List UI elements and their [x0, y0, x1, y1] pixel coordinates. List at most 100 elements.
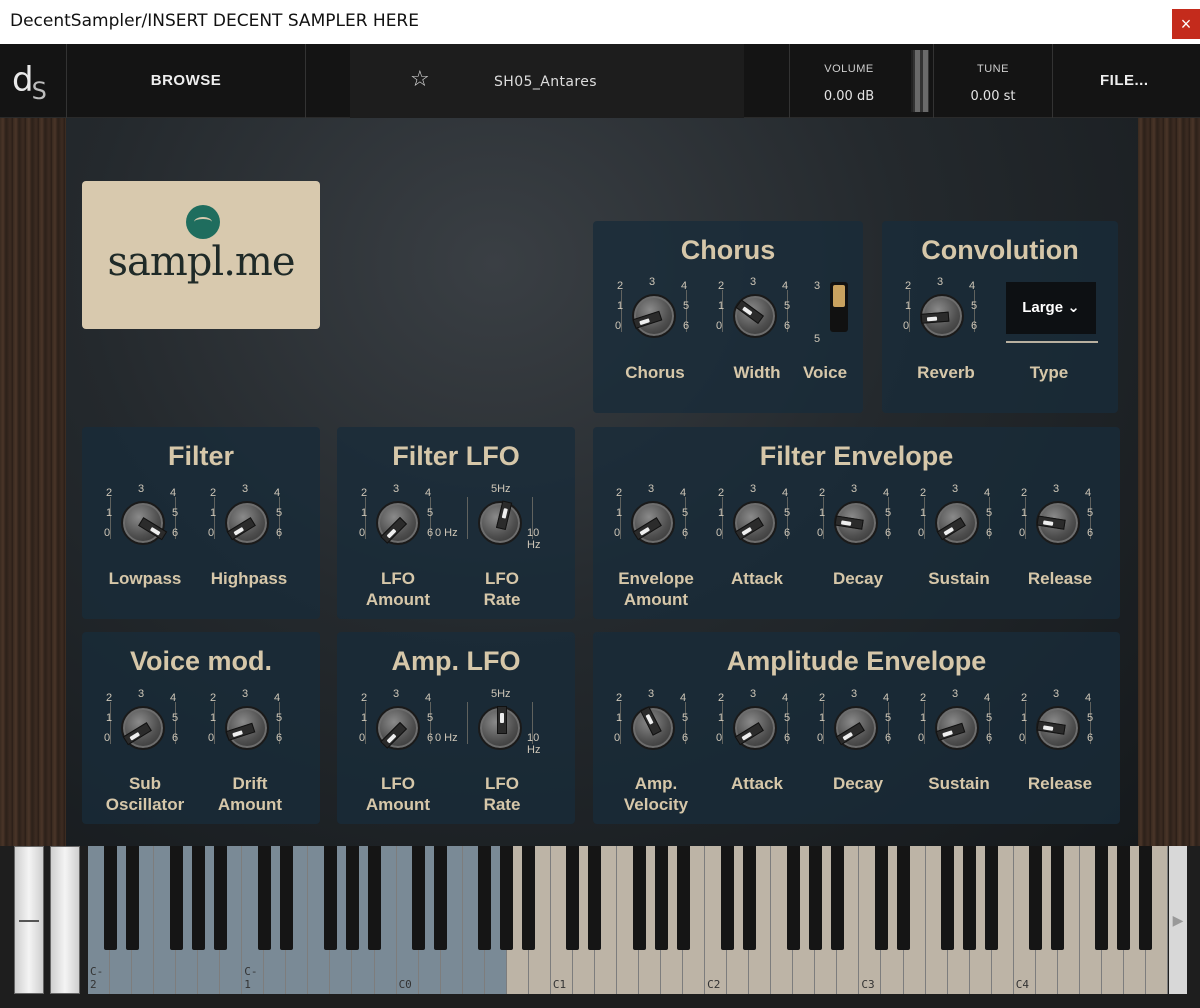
- black-key[interactable]: [103, 846, 117, 950]
- amplitude-envelope-knob[interactable]: 0 1 2 3 4 5 6: [614, 688, 694, 762]
- drift-amount-knob[interactable]: 0 1 2 3 4 5 6: [208, 688, 288, 762]
- black-key[interactable]: [566, 846, 580, 950]
- knob-scale-number: 3: [393, 483, 400, 495]
- black-key[interactable]: [632, 846, 646, 950]
- amp-lfo-rate-knob[interactable]: 5Hz 0 Hz 10 Hz: [435, 688, 541, 762]
- knob-disc[interactable]: [478, 500, 522, 545]
- black-key[interactable]: [412, 846, 426, 950]
- knob-disc[interactable]: [834, 501, 878, 545]
- black-key[interactable]: [434, 846, 448, 950]
- amp-lfo-title: Amp. LFO: [391, 646, 521, 676]
- chorus-knob[interactable]: 0 1 2 3 4 5 6: [615, 276, 695, 350]
- reverb-type-dropdown[interactable]: Large ⌄: [1006, 282, 1096, 334]
- black-key[interactable]: [125, 846, 139, 950]
- sub-oscillator-knob[interactable]: 0 1 2 3 4 5 6: [104, 688, 184, 762]
- keyboard-scroll-right-arrow-icon[interactable]: ▶: [1169, 846, 1187, 994]
- knob-scale-number: 5: [784, 507, 791, 519]
- tune-value[interactable]: 0.00 st: [934, 89, 1052, 104]
- filter-envelope-knob[interactable]: 0 1 2 3 4 5 6: [716, 483, 796, 557]
- black-key[interactable]: [654, 846, 668, 950]
- black-key[interactable]: [169, 846, 183, 950]
- voice-switch-handle[interactable]: [833, 285, 845, 307]
- black-key[interactable]: [1029, 846, 1043, 950]
- knob-disc[interactable]: [1036, 706, 1080, 750]
- amplitude-envelope-knob[interactable]: 0 1 2 3 4 5 6: [1019, 688, 1099, 762]
- voice-switch[interactable]: [830, 282, 848, 332]
- filter-envelope-knob[interactable]: 0 1 2 3 4 5 6: [918, 483, 998, 557]
- black-key[interactable]: [874, 846, 888, 950]
- filter-lfo-amount-knob[interactable]: 0 1 2 3 4 5 6: [359, 483, 439, 557]
- black-key[interactable]: [985, 846, 999, 950]
- black-key[interactable]: [742, 846, 756, 950]
- black-key[interactable]: [786, 846, 800, 950]
- knob-disc[interactable]: [478, 706, 522, 750]
- pitch-wheel[interactable]: [14, 846, 44, 994]
- knob-disc[interactable]: [935, 501, 979, 545]
- black-key[interactable]: [257, 846, 271, 950]
- knob-disc[interactable]: [631, 706, 675, 750]
- highpass-knob[interactable]: 0 1 2 3 4 5 6: [208, 483, 288, 557]
- knob-scale-number: 1: [718, 300, 725, 312]
- black-key[interactable]: [963, 846, 977, 950]
- knob-disc[interactable]: [733, 706, 777, 750]
- black-key[interactable]: [720, 846, 734, 950]
- knob-disc[interactable]: [121, 706, 165, 750]
- black-key[interactable]: [191, 846, 205, 950]
- black-key[interactable]: [808, 846, 822, 950]
- black-key[interactable]: [676, 846, 690, 950]
- black-key[interactable]: [1117, 846, 1131, 950]
- volume-value[interactable]: 0.00 dB: [790, 89, 908, 104]
- black-key[interactable]: [830, 846, 844, 950]
- knob-disc[interactable]: [1036, 501, 1080, 545]
- black-key[interactable]: [522, 846, 536, 950]
- browse-button[interactable]: BROWSE: [66, 72, 306, 89]
- black-key[interactable]: [213, 846, 227, 950]
- filter-envelope-knob[interactable]: 0 1 2 3 4 5 6: [817, 483, 897, 557]
- amplitude-envelope-knob[interactable]: 0 1 2 3 4 5 6: [817, 688, 897, 762]
- piano-keyboard[interactable]: C-2 C-1 C0 C1 C2 C3 C4: [88, 846, 1168, 994]
- knob-disc[interactable]: [376, 501, 420, 545]
- knob-disc[interactable]: [225, 501, 269, 545]
- filter-envelope-knob[interactable]: 0 1 2 3 4 5 6: [1019, 483, 1099, 557]
- amp-lfo-amount-label: LFO Amount: [365, 774, 431, 814]
- knob-disc[interactable]: [225, 706, 269, 750]
- amplitude-envelope-knob[interactable]: 0 1 2 3 4 5 6: [918, 688, 998, 762]
- knob-disc[interactable]: [935, 706, 979, 750]
- knob-disc[interactable]: [376, 706, 420, 750]
- knob-disc[interactable]: [121, 501, 168, 545]
- black-key[interactable]: [323, 846, 337, 950]
- width-knob[interactable]: 0 1 2 3 4 5 6: [716, 276, 796, 350]
- lowpass-knob[interactable]: 0 1 2 3 4 5 6: [104, 483, 184, 557]
- knob-disc[interactable]: [733, 501, 777, 545]
- knob-scale-number: 1: [210, 712, 217, 724]
- knob-scale-number: 5: [427, 507, 434, 519]
- favorite-star-icon[interactable]: ☆: [410, 66, 430, 92]
- filter-envelope-knob[interactable]: 0 1 2 3 4 5 6: [614, 483, 694, 557]
- preset-selector[interactable]: ☆ SH05_Antares: [350, 44, 744, 118]
- black-key[interactable]: [279, 846, 293, 950]
- black-key[interactable]: [1095, 846, 1109, 950]
- knob-disc[interactable]: [733, 294, 777, 338]
- black-key[interactable]: [368, 846, 382, 950]
- knob-disc[interactable]: [920, 294, 964, 338]
- amplitude-envelope-knob[interactable]: 0 1 2 3 4 5 6: [716, 688, 796, 762]
- filter-lfo-rate-knob[interactable]: 5Hz 0 Hz 10 Hz: [435, 483, 541, 557]
- file-menu-button[interactable]: FILE...: [1100, 72, 1149, 89]
- reverb-knob[interactable]: 0 1 2 3 4 5 6: [903, 276, 983, 350]
- knob-disc[interactable]: [834, 706, 878, 750]
- black-key[interactable]: [588, 846, 602, 950]
- close-button[interactable]: ×: [1172, 9, 1200, 39]
- black-key[interactable]: [500, 846, 514, 950]
- black-key[interactable]: [897, 846, 910, 950]
- black-key[interactable]: [1051, 846, 1065, 950]
- knob-disc[interactable]: [632, 294, 676, 338]
- black-key[interactable]: [478, 846, 492, 950]
- black-key[interactable]: [345, 846, 359, 950]
- black-key[interactable]: [941, 846, 955, 950]
- knob-disc[interactable]: [631, 501, 675, 545]
- filter-envelope-title: Filter Envelope: [759, 441, 954, 471]
- mod-wheel[interactable]: [50, 846, 80, 994]
- knob-scale-number: 3: [952, 483, 959, 495]
- black-key[interactable]: [1139, 846, 1153, 950]
- amp-lfo-amount-knob[interactable]: 0 1 2 3 4 5 6: [359, 688, 439, 762]
